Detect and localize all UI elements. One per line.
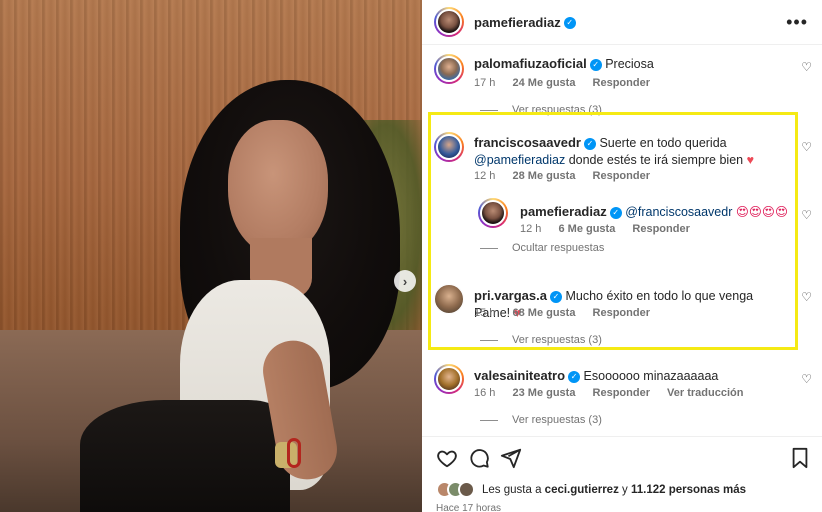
comment-username[interactable]: palomafiuzaoficial [474, 56, 587, 71]
reply-dash [480, 109, 498, 111]
comment-meta: 17 h 24 Me gusta Responder [474, 77, 664, 89]
author-line: pamefieradiaz ✓ [474, 14, 576, 32]
likes-prefix: Les gusta a [482, 484, 542, 496]
post-panel: pamefieradiaz ✓ ••• palomafiuzaoficial ✓ P… [422, 0, 822, 512]
avatar[interactable] [434, 54, 464, 84]
view-replies-label: Ver respuestas (3) [512, 104, 602, 116]
comment-body-cont: donde estés te irá siempre bien [568, 153, 744, 167]
heart-icon[interactable] [436, 447, 458, 469]
comment-body: Suerte en todo querida [599, 136, 727, 150]
reply-button[interactable]: Responder [593, 77, 650, 89]
comment-meta: 15 h 68 Me gusta Responder [474, 307, 664, 319]
verified-icon: ✓ [589, 58, 602, 71]
actions-bar: Les gusta a ceci.gutierrez y 11.122 pers… [422, 436, 822, 512]
comment-icon[interactable] [468, 447, 490, 469]
reply-dash [480, 247, 498, 249]
avatar[interactable] [434, 132, 464, 162]
likes-summary: Les gusta a ceci.gutierrez y 11.122 pers… [482, 484, 746, 496]
comment-username[interactable]: franciscosaavedr [474, 135, 581, 150]
comment-time: 16 h [474, 387, 496, 399]
reply-likes[interactable]: 6 Me gusta [558, 223, 615, 235]
hide-replies-button[interactable]: Ocultar respuestas [480, 242, 604, 254]
comment-likes[interactable]: 23 Me gusta [512, 387, 575, 399]
likes-mid: y [622, 484, 628, 496]
comment-username[interactable]: pri.vargas.a [474, 288, 547, 303]
reply-button[interactable]: Responder [632, 223, 689, 235]
comment-likes[interactable]: 24 Me gusta [512, 77, 575, 89]
reply-button[interactable]: Responder [593, 387, 650, 399]
comment-body: Preciosa [605, 57, 654, 71]
view-replies-button[interactable]: Ver respuestas (3) [480, 104, 602, 116]
heart-icon[interactable]: ♡ [801, 140, 812, 154]
comment-likes[interactable]: 68 Me gusta [512, 307, 575, 319]
likes-user-link[interactable]: ceci.gutierrez [545, 484, 619, 496]
verified-icon: ✓ [568, 370, 581, 383]
view-replies-label: Ver respuestas (3) [512, 334, 602, 346]
view-replies-label: Ver respuestas (3) [512, 414, 602, 426]
reply-meta: 12 h 6 Me gusta Responder [520, 223, 704, 235]
verified-icon: ✓ [550, 290, 562, 303]
heart-emoji-icon: ♥ [746, 153, 755, 167]
view-replies-button[interactable]: Ver respuestas (3) [480, 414, 602, 426]
view-replies-button[interactable]: Ver respuestas (3) [480, 334, 602, 346]
reply-dash [480, 339, 498, 341]
reply-time: 12 h [520, 223, 542, 235]
avatar[interactable] [434, 284, 464, 314]
author-username[interactable]: pamefieradiaz [474, 15, 561, 30]
liked-by-avatars[interactable] [436, 481, 480, 499]
avatar[interactable] [434, 7, 464, 37]
comment-time: 12 h [474, 170, 496, 182]
post-header: pamefieradiaz ✓ ••• [422, 0, 822, 45]
mention-link[interactable]: @franciscosaavedr [625, 205, 732, 219]
reply-dash [480, 419, 498, 421]
heart-icon[interactable]: ♡ [801, 60, 812, 74]
avatar[interactable] [478, 198, 508, 228]
bookmark-icon[interactable] [790, 447, 810, 469]
post-photo: › [0, 0, 422, 512]
comment-time: 15 h [474, 307, 496, 319]
heart-icon[interactable]: ♡ [801, 290, 812, 304]
reply-username[interactable]: pamefieradiaz [520, 204, 607, 219]
verified-icon: ✓ [609, 206, 622, 219]
avatar [458, 481, 475, 498]
comment-text: franciscosaavedr ✓ Suerte en todo querida… [474, 134, 794, 169]
share-icon[interactable] [500, 447, 522, 469]
reply-button[interactable]: Responder [593, 307, 650, 319]
reply-button[interactable]: Responder [593, 170, 650, 182]
likes-count-link[interactable]: 11.122 personas más [631, 484, 746, 496]
mention-link[interactable]: @pamefieradiaz [474, 153, 565, 167]
comment-time: 17 h [474, 77, 496, 89]
comment-likes[interactable]: 28 Me gusta [512, 170, 575, 182]
verified-icon: ✓ [583, 137, 596, 150]
reply-text: pamefieradiaz ✓ @franciscosaavedr 😍😍😍😍 [520, 203, 790, 221]
face [228, 120, 328, 255]
verified-icon: ✓ [563, 16, 576, 29]
avatar[interactable] [434, 364, 464, 394]
heart-icon[interactable]: ♡ [801, 208, 812, 222]
post-time: Hace 17 horas [436, 503, 502, 512]
comment-text: valesainiteatro ✓ Esoooooo minazaaaaaa [474, 367, 784, 385]
chevron-right-icon[interactable]: › [394, 270, 416, 292]
black-skirt [80, 400, 290, 512]
comment-body: Esoooooo minazaaaaaa [583, 369, 719, 383]
comment-username[interactable]: valesainiteatro [474, 368, 565, 383]
bracelet [287, 438, 301, 468]
heart-eyes-emoji: 😍😍😍😍 [735, 205, 788, 219]
translate-button[interactable]: Ver traducción [667, 387, 743, 399]
hide-replies-label: Ocultar respuestas [512, 242, 605, 254]
heart-icon[interactable]: ♡ [801, 372, 812, 386]
comment-meta: 16 h 23 Me gusta Responder Ver traducció… [474, 387, 757, 399]
more-icon[interactable]: ••• [786, 12, 808, 33]
comment-meta: 12 h 28 Me gusta Responder [474, 170, 664, 182]
comment-text: palomafiuzaoficial ✓ Preciosa [474, 55, 784, 73]
